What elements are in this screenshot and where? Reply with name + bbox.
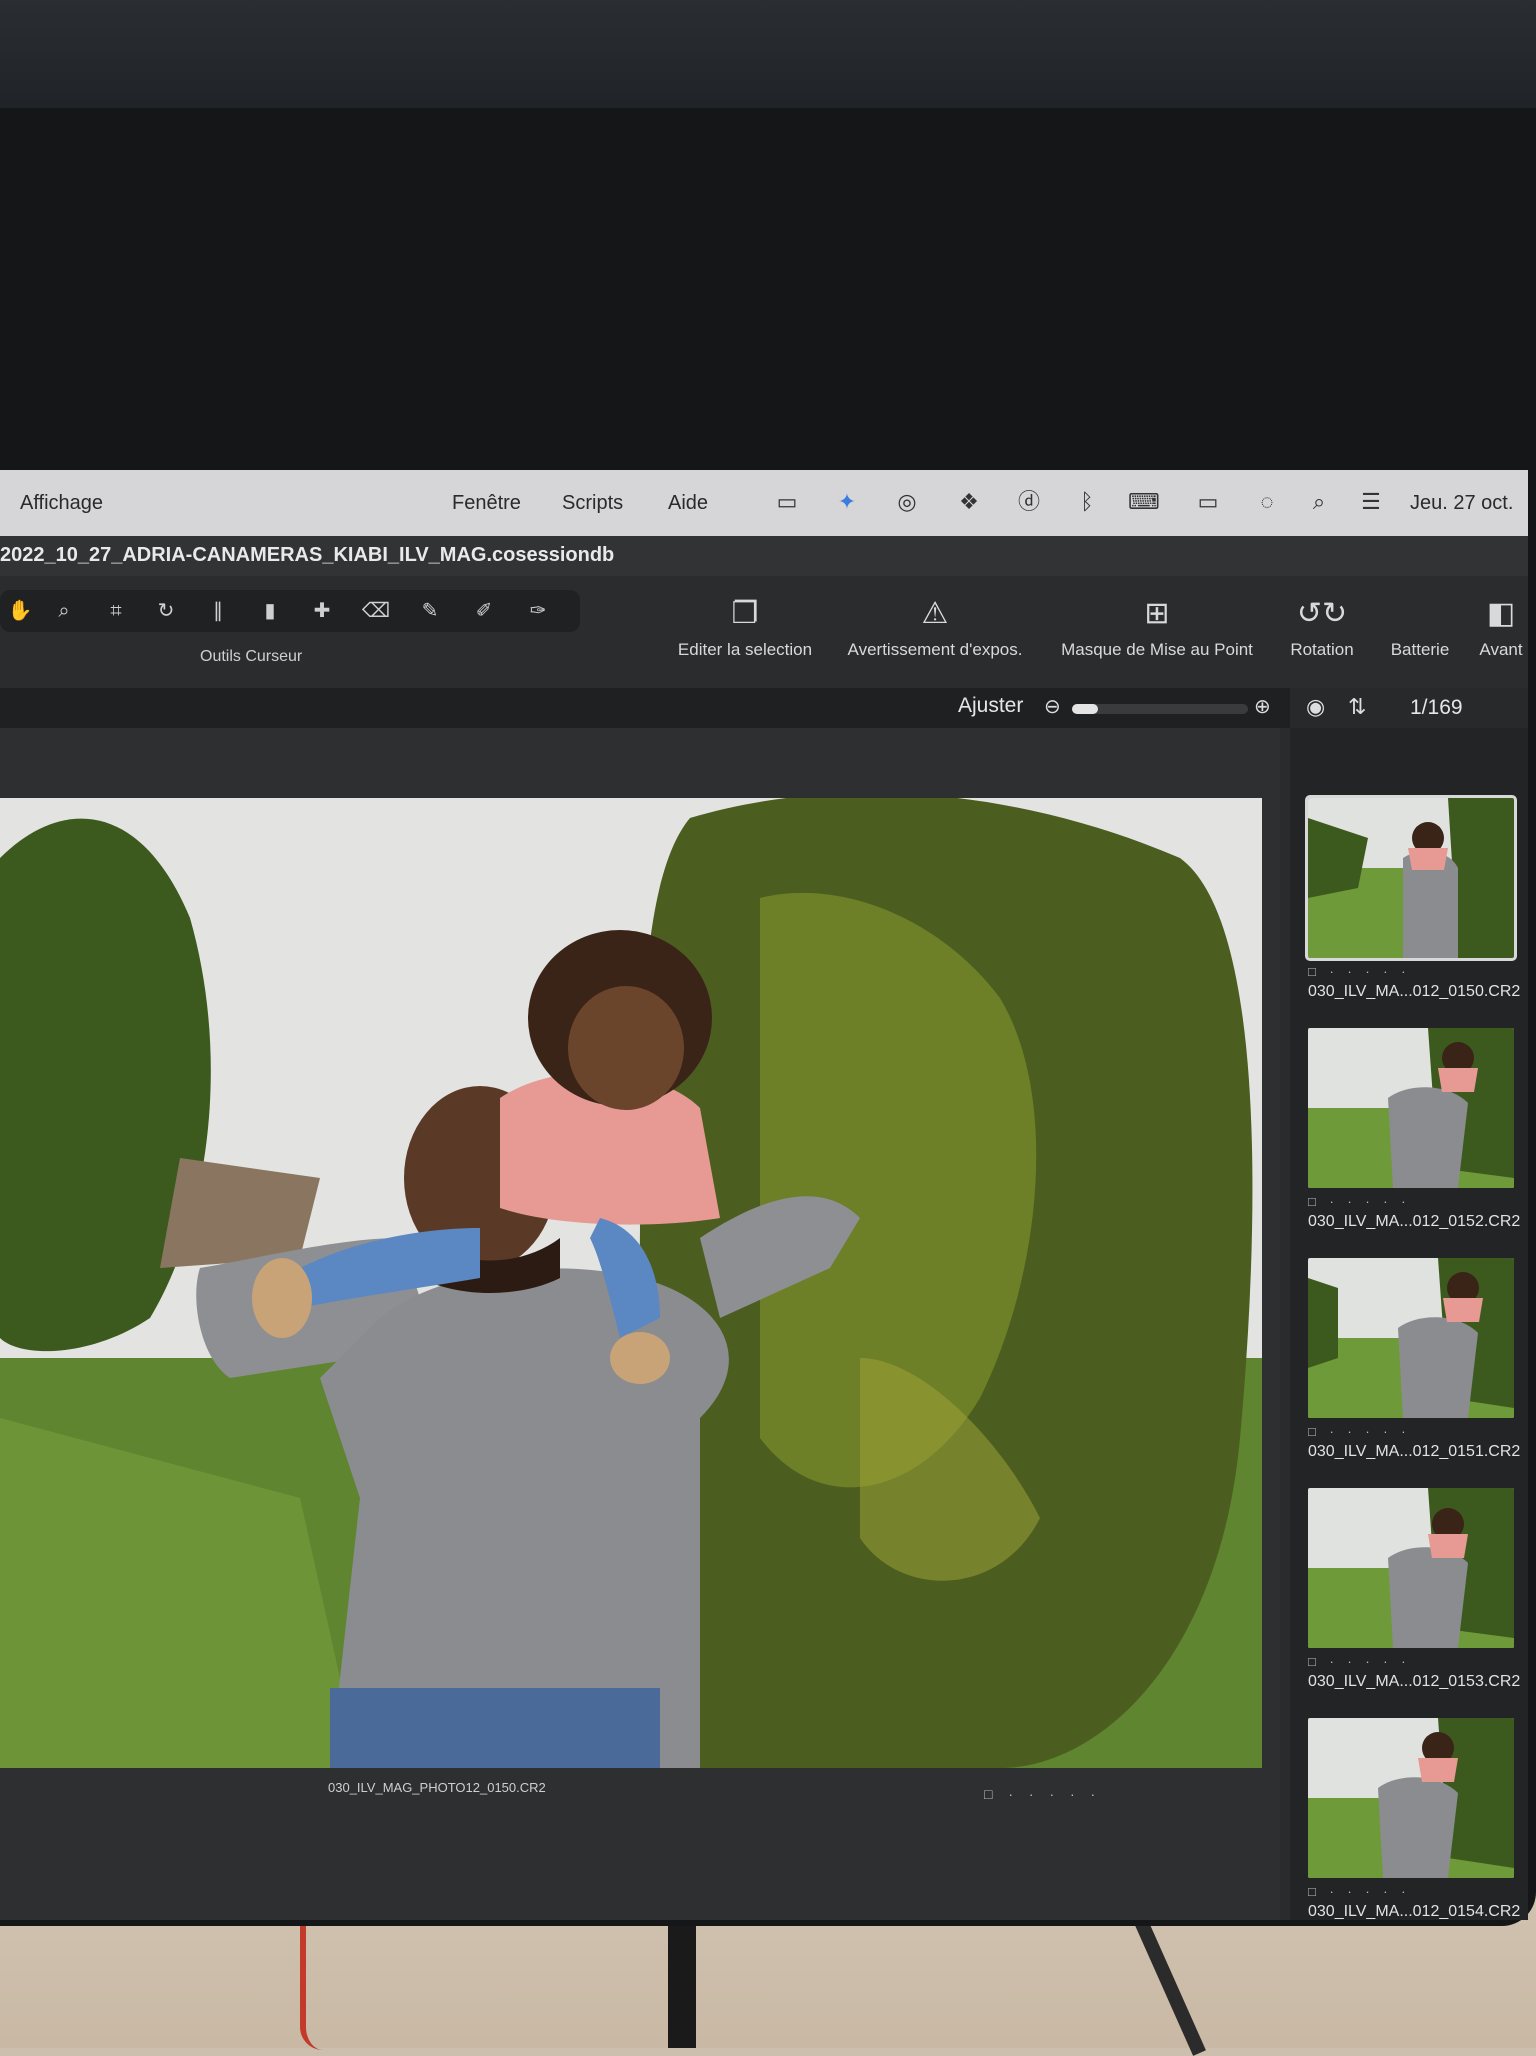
creative-cloud-icon[interactable]: ◎ (894, 490, 920, 514)
thumbnail-item[interactable]: □ · · · · · 030_ILV_MA...012_0154.CR2 (1308, 1718, 1521, 1920)
thumbnail-filename: 030_ILV_MA...012_0152.CR2 (1308, 1213, 1521, 1230)
window-title: 2022_10_27_ADRIA-CANAMERAS_KIABI_ILV_MAG… (0, 544, 615, 566)
toolbar: ✋ ⌕ ⌗ ↻ ∥ ▮ ✚ ⌫ ✎ ✐ ✑ Outils Curseur ❐ E… (0, 576, 1528, 689)
thumbnail-image[interactable] (1305, 795, 1517, 961)
picker-icon[interactable]: ✎ (410, 598, 450, 624)
cursor-tools-group: ✋ ⌕ ⌗ ↻ ∥ ▮ ✚ ⌫ ✎ ✐ ✑ (0, 590, 580, 632)
rotation-button[interactable]: ↺↻ Rotation (1282, 594, 1362, 674)
edit-selection-label: Editer la selection (677, 640, 813, 659)
viewer: 030_ILV_MAG_PHOTO12_0150.CR2 □ · · · · · (0, 728, 1280, 1920)
monitor-bezel: Affichage Fenêtre Scripts Aide ▭ ✦ ◎ ❖ ⓓ… (0, 108, 1536, 1926)
before-after-icon: ◧ (1486, 597, 1516, 630)
zoom-in-icon[interactable]: ⊕ (1254, 694, 1271, 719)
thumbnail-rating[interactable]: □ · · · · · (1308, 1884, 1514, 1899)
pen-icon[interactable]: ✑ (518, 598, 558, 624)
thumbnail-image[interactable] (1308, 1718, 1514, 1878)
viewer-controls: Ajuster ⊖ ⊕ (0, 688, 1290, 728)
exposure-warning-label: Avertissement d'expos. (847, 640, 1023, 659)
zoom-slider-fill (1072, 704, 1099, 714)
browser-panel: □ · · · · · 030_ILV_MA...012_0150.CR2 □ … (1290, 728, 1528, 1920)
rotation-label: Rotation (1290, 640, 1354, 659)
search-icon[interactable]: ⌕ (1306, 490, 1332, 514)
thumbnail-item[interactable]: □ · · · · · 030_ILV_MA...012_0153.CR2 (1308, 1488, 1521, 1691)
zoom-out-icon[interactable]: ⊖ (1044, 694, 1061, 719)
stack-icon: ❐ (731, 597, 759, 630)
menu-scripts[interactable]: Scripts (562, 492, 623, 515)
exposure-warning-button[interactable]: ⚠ Avertissement d'expos. (838, 594, 1032, 674)
thumbnail-filename: 030_ILV_MA...012_0153.CR2 (1308, 1673, 1521, 1690)
dropbox-icon[interactable]: ❖ (956, 490, 982, 514)
thumbnail-image[interactable] (1308, 1028, 1514, 1188)
crop-icon[interactable]: ⌗ (96, 598, 136, 624)
gradient-icon[interactable]: ▮ (250, 598, 290, 624)
rotate-icon: ↺↻ (1296, 597, 1348, 630)
window-title-bar: 2022_10_27_ADRIA-CANAMERAS_KIABI_ILV_MAG… (0, 536, 1528, 576)
keyboard-icon[interactable]: ⌨ (1128, 490, 1160, 514)
wifi-off-icon[interactable]: ◌ (1254, 490, 1280, 514)
fit-label[interactable]: Ajuster (958, 694, 1023, 718)
butterfly-icon[interactable]: ✦ (834, 490, 860, 514)
focus-mask-button[interactable]: ⊞ Masque de Mise au Point (1052, 594, 1262, 674)
display-icon[interactable]: ▭ (774, 490, 800, 514)
focus-mask-icon: ⊞ (1144, 597, 1170, 630)
thumbnail-item[interactable]: □ · · · · · 030_ILV_MA...012_0152.CR2 (1308, 1028, 1521, 1231)
focus-mask-label: Masque de Mise au Point (1061, 640, 1253, 659)
thumbnail-item[interactable]: □ · · · · · 030_ILV_MA...012_0150.CR2 (1305, 795, 1521, 1001)
healing-icon[interactable]: ✚ (302, 598, 342, 624)
thumbnail-rating[interactable]: □ · · · · · (1308, 1424, 1514, 1439)
battery-label: Batterie (1390, 640, 1450, 659)
thumbnail-rating[interactable]: □ · · · · · (1308, 1654, 1514, 1669)
eraser-icon[interactable]: ⌫ (356, 598, 396, 624)
menu-aide[interactable]: Aide (668, 492, 708, 515)
keystone-icon[interactable]: ∥ (198, 598, 238, 624)
battery-button[interactable]: Batterie (1380, 594, 1460, 674)
capture-one-window: Affichage Fenêtre Scripts Aide ▭ ✦ ◎ ❖ ⓓ… (0, 470, 1528, 1920)
menu-bar: Affichage Fenêtre Scripts Aide ▭ ✦ ◎ ❖ ⓓ… (0, 470, 1528, 536)
thumbnail-rating[interactable]: □ · · · · · (1308, 1194, 1514, 1209)
thumbnail-rating[interactable]: □ · · · · · (1308, 964, 1514, 979)
main-photo[interactable] (0, 798, 1262, 1768)
browser-controls: ◉ ⇅ 1/169 (1290, 688, 1528, 728)
menubar-clock[interactable]: Jeu. 27 oct. (1410, 492, 1513, 515)
thumbnail-filename: 030_ILV_MA...012_0151.CR2 (1308, 1443, 1521, 1460)
cursor-tools-label: Outils Curseur (200, 648, 303, 665)
rotate-icon[interactable]: ↻ (146, 598, 186, 624)
warning-icon: ⚠ (921, 597, 949, 630)
before-after-button[interactable]: ◧ Avant (1474, 594, 1528, 674)
d-icon[interactable]: ⓓ (1016, 490, 1042, 514)
battery-icon[interactable]: ▭ (1188, 490, 1228, 514)
thumbnail-filename: 030_ILV_MA...012_0154.CR2 (1308, 1903, 1521, 1920)
photo-rating[interactable]: □ · · · · · (984, 1786, 1101, 1802)
zoom-slider[interactable] (1072, 704, 1248, 714)
edit-selection-button[interactable]: ❐ Editer la selection (670, 594, 820, 674)
control-center-icon[interactable]: ☰ (1358, 490, 1384, 514)
menu-affichage[interactable]: Affichage (20, 492, 103, 515)
sort-icon[interactable]: ⇅ (1348, 694, 1366, 720)
photo-scene (0, 798, 1262, 1768)
menu-fenetre[interactable]: Fenêtre (452, 492, 521, 515)
hand-icon[interactable]: ✋ (0, 598, 40, 624)
battery-icon (1380, 594, 1460, 634)
thumbnail-image[interactable] (1308, 1258, 1514, 1418)
eye-icon[interactable]: ◉ (1306, 694, 1325, 720)
image-counter: 1/169 (1410, 696, 1463, 719)
thumbnail-item[interactable]: □ · · · · · 030_ILV_MA...012_0151.CR2 (1308, 1258, 1521, 1461)
photo-filename: 030_ILV_MAG_PHOTO12_0150.CR2 (328, 1780, 546, 1795)
zoom-icon[interactable]: ⌕ (44, 598, 84, 624)
thumbnail-image[interactable] (1308, 1488, 1514, 1648)
bluetooth-icon[interactable]: ᛒ (1074, 490, 1100, 514)
thumbnail-filename: 030_ILV_MA...012_0150.CR2 (1308, 983, 1521, 1000)
before-after-label: Avant (1479, 640, 1523, 659)
brush-icon[interactable]: ✐ (464, 598, 504, 624)
